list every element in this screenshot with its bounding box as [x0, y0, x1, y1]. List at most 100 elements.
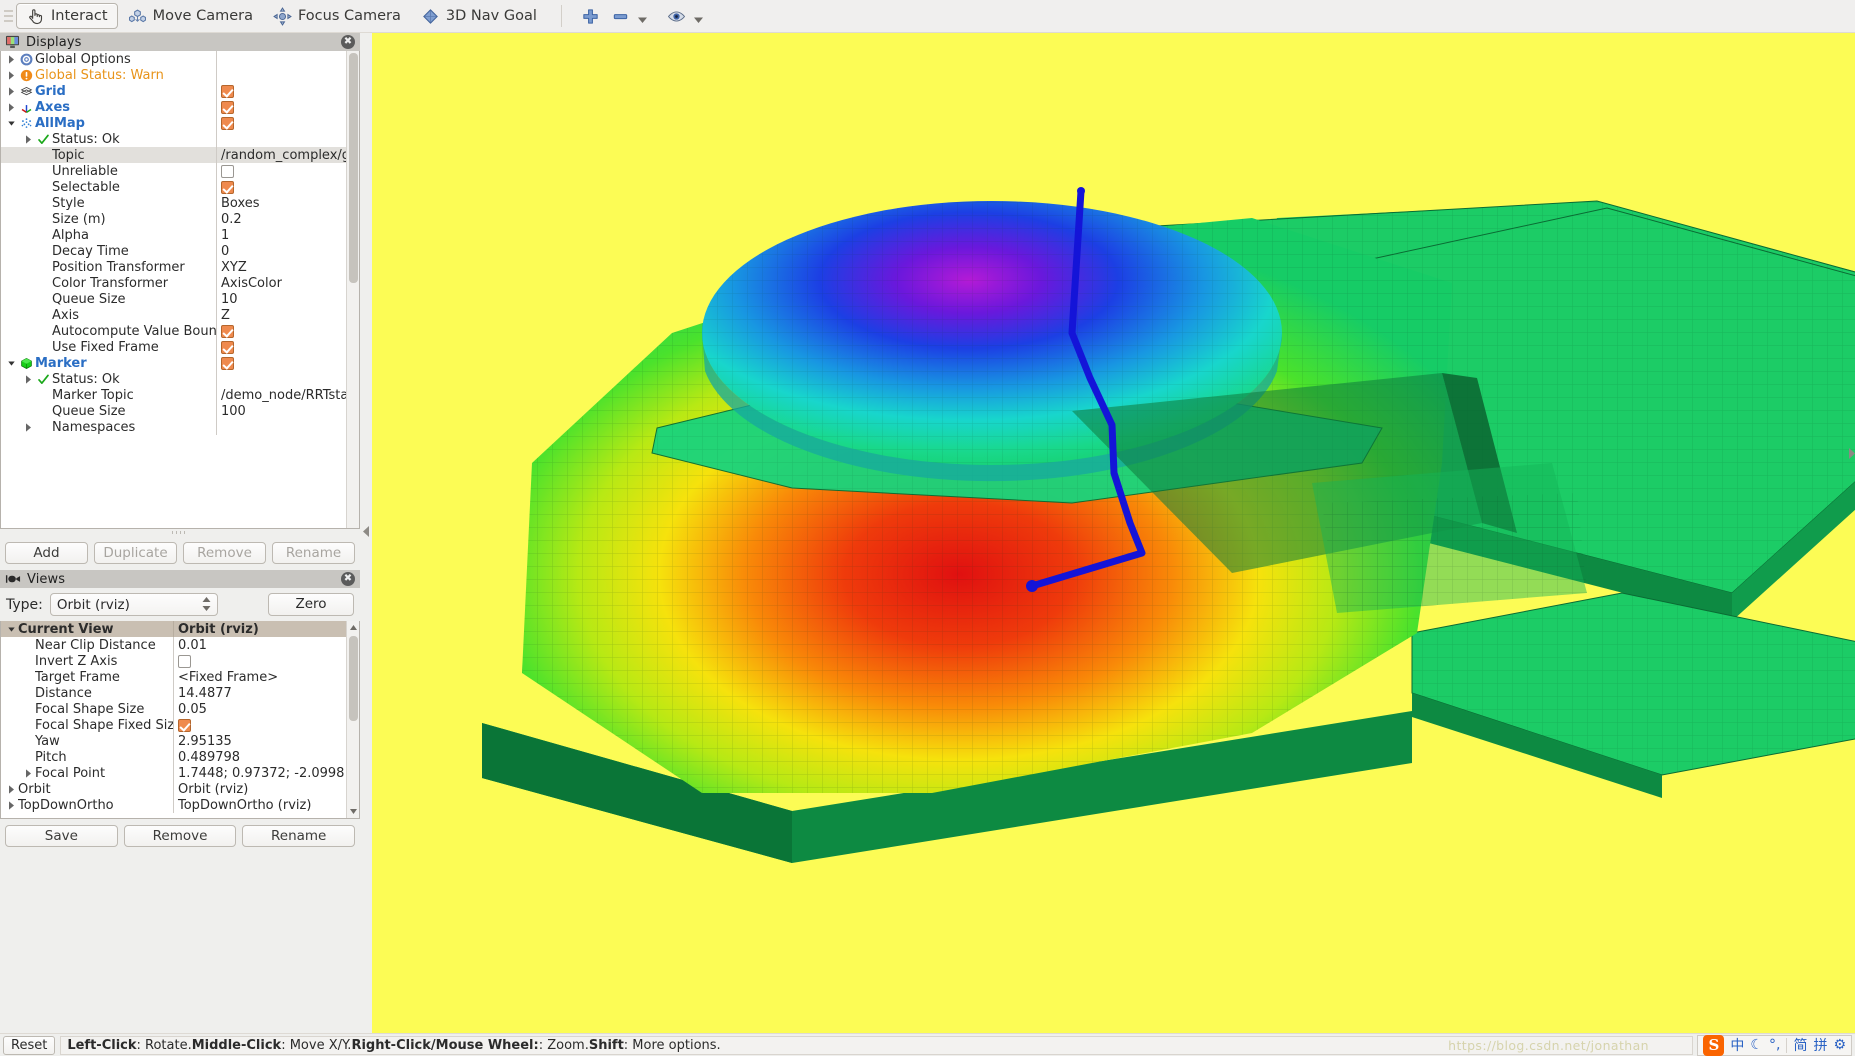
tree-row[interactable]: Use Fixed Frame	[1, 339, 359, 355]
checkbox-checked[interactable]	[221, 356, 234, 370]
right-dock-splitter[interactable]	[1847, 443, 1855, 463]
ime-moon-icon[interactable]: ☾	[1750, 1037, 1763, 1053]
tree-row[interactable]: Selectable	[1, 179, 359, 195]
tree-row-value-cell[interactable]: Z	[216, 307, 359, 323]
zero-button[interactable]: Zero	[268, 593, 354, 616]
tree-row[interactable]: Queue Size 10	[1, 291, 359, 307]
tree-row-value-cell[interactable]	[216, 99, 359, 115]
tree-row[interactable]: Color Transformer AxisColor	[1, 275, 359, 291]
tree-row[interactable]: Style Boxes	[1, 195, 359, 211]
tree-row-value-cell[interactable]	[216, 51, 359, 67]
checkbox-unchecked[interactable]	[221, 164, 234, 178]
tree-row-value-cell[interactable]	[173, 717, 359, 733]
tree-row-value-cell[interactable]	[216, 115, 359, 131]
checkbox-checked[interactable]	[221, 324, 234, 338]
tree-row-value-cell[interactable]: 0.05	[173, 701, 359, 717]
visibility-tool-dropdown[interactable]	[692, 3, 705, 29]
tree-row-value-cell[interactable]: <Fixed Frame>	[173, 669, 359, 685]
tree-row[interactable]: Current View Orbit (rviz)	[1, 621, 359, 637]
tree-row[interactable]: Invert Z Axis	[1, 653, 359, 669]
tree-row[interactable]: Position Transformer XYZ	[1, 259, 359, 275]
tree-row[interactable]: Status: Ok	[1, 371, 359, 387]
visibility-tool-button[interactable]	[662, 3, 692, 29]
chevron-right-icon[interactable]	[22, 419, 35, 435]
tool-interact[interactable]: Interact	[16, 3, 118, 29]
tool-focus-camera[interactable]: Focus Camera	[263, 3, 411, 29]
tree-row-value-cell[interactable]: XYZ	[216, 259, 359, 275]
displays-tree[interactable]: Global Options Global Status: Warn Grid Axe…	[0, 51, 360, 529]
tree-row-value-cell[interactable]: Orbit (rviz)	[173, 621, 359, 637]
ime-indicator[interactable]: S 中 ☾ °, 简 拼 ⚙	[1697, 1034, 1852, 1056]
tree-row-value-cell[interactable]: 1.7448; 0.97372; -2.0998	[173, 765, 359, 781]
tree-row[interactable]: Distance 14.4877	[1, 685, 359, 701]
tree-row-value-cell[interactable]: TopDownOrtho (rviz)	[173, 797, 359, 813]
ime-pinyin-toggle[interactable]: 拼	[1813, 1035, 1827, 1055]
tree-row[interactable]: Alpha 1	[1, 227, 359, 243]
tree-row-value-cell[interactable]	[216, 339, 359, 355]
tree-row[interactable]: Yaw 2.95135	[1, 733, 359, 749]
checkbox-checked[interactable]	[221, 180, 234, 194]
tree-row[interactable]: Near Clip Distance 0.01	[1, 637, 359, 653]
tree-row[interactable]: Decay Time 0	[1, 243, 359, 259]
tree-row[interactable]: Status: Ok	[1, 131, 359, 147]
remove-tool-dropdown[interactable]	[636, 3, 649, 29]
tree-row-value-cell[interactable]	[216, 131, 359, 147]
tree-row-value-cell[interactable]	[216, 419, 359, 435]
view-type-select[interactable]: Orbit (rviz)	[49, 593, 218, 616]
tree-row-value-cell[interactable]: AxisColor	[216, 275, 359, 291]
ime-punctuation-icon[interactable]: °,	[1769, 1037, 1780, 1053]
tree-row-value-cell[interactable]: /random_complex/gl...	[216, 147, 359, 163]
tree-row-value-cell[interactable]	[216, 67, 359, 83]
chevron-right-icon[interactable]	[5, 51, 18, 67]
tree-row[interactable]: Topic/random_complex/gl...	[1, 147, 359, 163]
views-scroll-up-arrow[interactable]	[347, 621, 359, 634]
tree-row-value-cell[interactable]: /demo_node/RRTsta...	[216, 387, 359, 403]
toolbar-drag-handle[interactable]	[4, 7, 13, 25]
tree-row-value-cell[interactable]: 0	[216, 243, 359, 259]
displays-views-splitter[interactable]	[0, 529, 360, 536]
tree-row[interactable]: Focal Shape Size 0.05	[1, 701, 359, 717]
tree-row[interactable]: AllMap	[1, 115, 359, 131]
chevron-right-icon[interactable]	[5, 797, 18, 813]
remove-tool-button[interactable]	[606, 3, 636, 29]
views-tree[interactable]: Current View Orbit (rviz) Near Clip Distan…	[0, 621, 360, 819]
tree-row[interactable]: Autocompute Value Bounds	[1, 323, 359, 339]
checkbox-checked[interactable]	[178, 718, 191, 732]
tree-row-value-cell[interactable]	[216, 371, 359, 387]
chevron-right-icon[interactable]	[5, 99, 18, 115]
remove-view-button[interactable]: Remove	[123, 825, 237, 847]
checkbox-unchecked[interactable]	[178, 654, 191, 668]
tree-row[interactable]: TopDownOrtho TopDownOrtho (rviz)	[1, 797, 359, 813]
chevron-right-icon[interactable]	[5, 83, 18, 99]
displays-scrollbar[interactable]	[346, 51, 359, 528]
tree-row[interactable]: Global Status: Warn	[1, 67, 359, 83]
remove-display-button[interactable]: Remove	[183, 542, 266, 564]
chevron-down-icon[interactable]	[5, 355, 18, 371]
ime-mode-chinese[interactable]: 中	[1730, 1035, 1744, 1055]
chevron-right-icon[interactable]	[22, 131, 35, 147]
reset-button[interactable]: Reset	[3, 1035, 56, 1055]
tree-row-value-cell[interactable]: Orbit (rviz)	[173, 781, 359, 797]
tree-row[interactable]: Target Frame <Fixed Frame>	[1, 669, 359, 685]
rename-display-button[interactable]: Rename	[272, 542, 355, 564]
tree-row[interactable]: Grid	[1, 83, 359, 99]
tree-row[interactable]: Axes	[1, 99, 359, 115]
tree-row-value-cell[interactable]	[216, 83, 359, 99]
chevron-right-icon[interactable]	[22, 371, 35, 387]
chevron-right-icon[interactable]	[22, 765, 35, 781]
left-dock-splitter[interactable]	[360, 33, 372, 1033]
checkbox-checked[interactable]	[221, 84, 234, 98]
chevron-down-icon[interactable]	[5, 115, 18, 131]
tree-row[interactable]: Orbit Orbit (rviz)	[1, 781, 359, 797]
views-scroll-down-arrow[interactable]	[347, 805, 359, 818]
tree-row-value-cell[interactable]: 2.95135	[173, 733, 359, 749]
views-scrollbar[interactable]	[346, 621, 359, 818]
displays-scroll-thumb[interactable]	[349, 53, 358, 283]
tool-3d-nav-goal[interactable]: 3D Nav Goal	[411, 3, 547, 29]
chevron-down-icon[interactable]	[5, 621, 18, 637]
chevron-right-icon[interactable]	[5, 67, 18, 83]
tree-row[interactable]: Global Options	[1, 51, 359, 67]
gear-icon[interactable]: ⚙	[1833, 1037, 1846, 1053]
tree-row[interactable]: Focal Point 1.7448; 0.97372; -2.0998	[1, 765, 359, 781]
tree-row[interactable]: Size (m) 0.2	[1, 211, 359, 227]
